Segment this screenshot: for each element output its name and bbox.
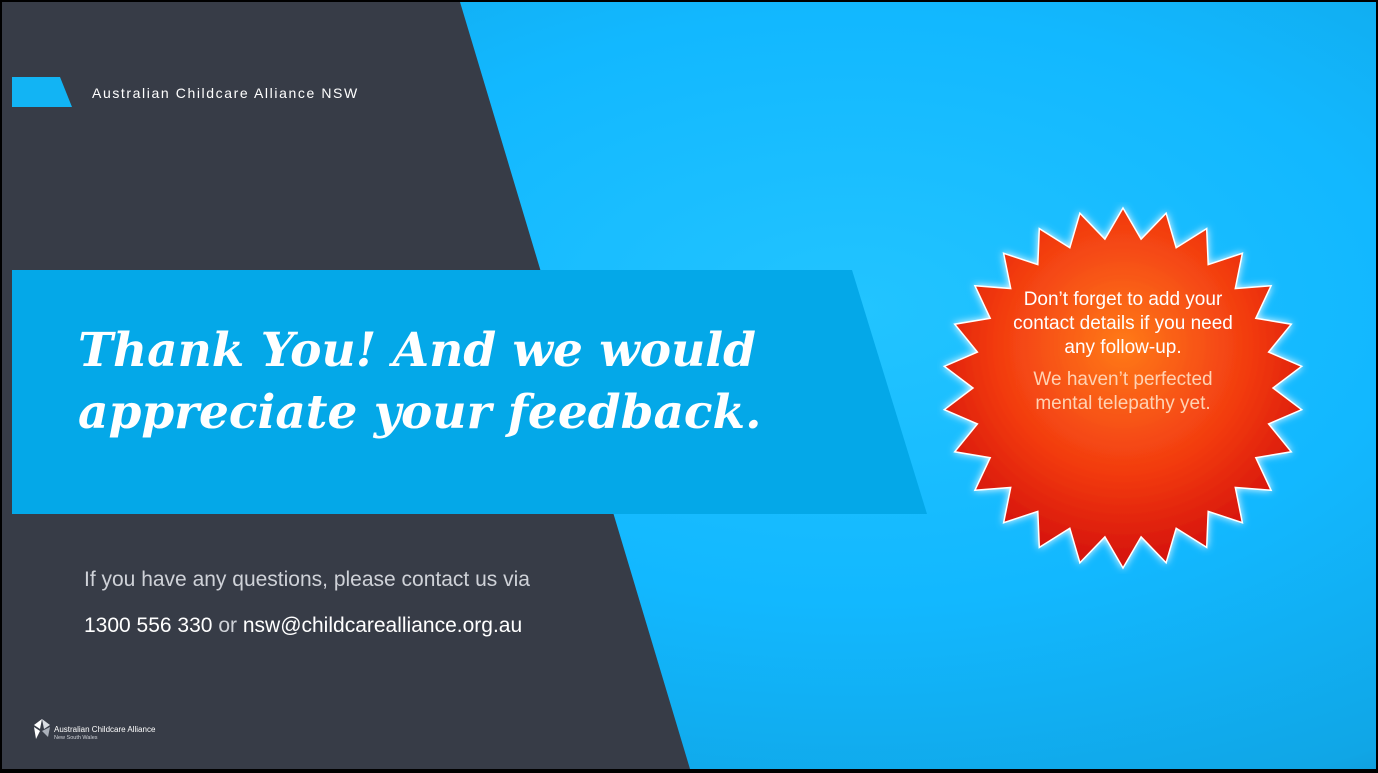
logo-name: Australian Childcare Alliance (54, 725, 156, 734)
thank-you-title: Thank You! And we would appreciate your … (78, 320, 778, 444)
badge-sub-text: We haven’t perfected mental telepathy ye… (1033, 369, 1213, 414)
org-header: Australian Childcare Alliance NSW (92, 85, 359, 101)
slide: Australian Childcare Alliance NSW Thank … (2, 2, 1376, 769)
contact-details: 1300 556 330 or nsw@childcarealliance.or… (84, 614, 522, 638)
contact-connector: or (218, 614, 237, 637)
logo-subtitle: New South Wales (54, 735, 98, 741)
contact-prompt: If you have any questions, please contac… (84, 568, 530, 591)
badge-main-text: Don’t forget to add your contact details… (1013, 289, 1233, 358)
title-line-2: appreciate your feedback. (78, 385, 762, 440)
email-link[interactable]: nsw@childcarealliance.org.au (243, 614, 522, 637)
phone-number[interactable]: 1300 556 330 (84, 614, 212, 637)
logo-mark-icon (34, 719, 50, 739)
title-line-1: Thank You! And we would (78, 323, 756, 378)
badge-text: Don’t forget to add your contact details… (1003, 288, 1243, 416)
starburst-badge: Don’t forget to add your contact details… (937, 202, 1309, 574)
